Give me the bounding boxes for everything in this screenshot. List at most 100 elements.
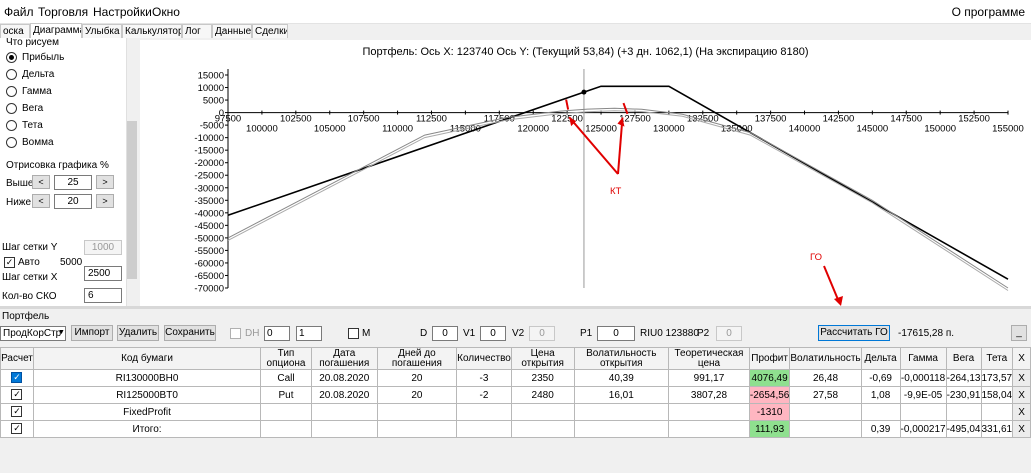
v2-input[interactable]: 0 <box>529 326 555 341</box>
column-header[interactable]: Дата погашения <box>310 347 378 370</box>
x-tick-label-upper: 137500 <box>755 114 787 125</box>
menu-trading[interactable]: Торговля <box>38 5 88 19</box>
d-input[interactable]: 0 <box>432 326 458 341</box>
tab-calculator[interactable]: Калькулятор <box>122 24 182 38</box>
calc-checkbox[interactable]: ✓ <box>11 389 23 401</box>
column-header[interactable]: Тип опциона <box>260 347 312 370</box>
y-tick-label: -15000 <box>194 146 224 157</box>
remove-row-button[interactable]: X <box>1012 386 1031 404</box>
radio-delta[interactable] <box>6 69 17 80</box>
remove-row-button[interactable]: X <box>1012 420 1031 438</box>
calc-checkbox[interactable]: ✓ <box>11 406 23 418</box>
grid-y-input[interactable]: 1000 <box>84 240 122 255</box>
import-button[interactable]: Импорт <box>71 325 113 341</box>
below-decrease-button[interactable]: < <box>32 194 50 208</box>
menu-about[interactable]: О программе <box>952 5 1025 19</box>
calc-checkbox-cell[interactable]: ✓ <box>0 369 34 387</box>
above-label: Выше <box>6 178 34 189</box>
table-cell: -495,04 <box>945 420 982 438</box>
radio-vega[interactable] <box>6 103 17 114</box>
radio-theta[interactable] <box>6 120 17 131</box>
table-cell <box>573 420 670 438</box>
menu-settings[interactable]: Настройки <box>93 5 152 19</box>
calc-checkbox-cell[interactable]: ✓ <box>0 403 34 421</box>
column-header[interactable]: Волатильность открытия <box>573 347 670 370</box>
column-header[interactable]: Дельта <box>860 347 901 370</box>
table-cell: 173,57 <box>980 369 1014 387</box>
calc-checkbox-cell[interactable]: ✓ <box>0 420 34 438</box>
table-cell: -230,91 <box>945 386 982 404</box>
v1-input[interactable]: 0 <box>480 326 506 341</box>
save-button[interactable]: Сохранить <box>164 325 216 341</box>
table-cell: 16,01 <box>573 386 670 404</box>
p1-input[interactable]: 0 <box>597 326 635 341</box>
auto-value: 5000 <box>60 257 83 268</box>
above-decrease-button[interactable]: < <box>32 175 50 189</box>
column-header[interactable]: Дней до погашения <box>376 347 458 370</box>
dh-spinner-1[interactable]: 0 <box>264 326 290 341</box>
minimize-button[interactable]: _ <box>1011 325 1027 341</box>
p2-label: P2 <box>697 328 710 339</box>
radio-theta-label: Тета <box>22 120 43 131</box>
tab-log[interactable]: Лог <box>182 24 212 38</box>
table-row[interactable]: ✓ RI125000BT0 Put 20.08.2020 20 -2 2480 16,01 38… <box>0 386 1031 404</box>
column-header[interactable]: Количество <box>456 347 512 370</box>
series-line-1 <box>227 107 1009 289</box>
table-row[interactable]: ✓ FixedProfit -1310 X <box>0 403 1031 421</box>
calculate-go-button[interactable]: Рассчитать ГО <box>818 325 890 341</box>
column-header[interactable]: Код бумаги <box>32 347 262 370</box>
x-tick-label-upper: 102500 <box>280 114 312 125</box>
delete-button[interactable]: Удалить <box>117 325 159 341</box>
dh-label: DH <box>245 328 260 339</box>
m-checkbox[interactable] <box>348 328 359 339</box>
p1-label: P1 <box>580 328 593 339</box>
calc-checkbox[interactable]: ✓ <box>11 372 23 384</box>
remove-row-button[interactable]: X <box>1012 369 1031 387</box>
calc-checkbox-cell[interactable]: ✓ <box>0 386 34 404</box>
menu-file[interactable]: Файл <box>4 5 34 19</box>
tab-smile[interactable]: Улыбка <box>82 24 122 38</box>
sko-input[interactable]: 6 <box>84 288 122 303</box>
radio-vomma[interactable] <box>6 137 17 148</box>
left-panel-scroll-thumb[interactable] <box>127 121 137 279</box>
x-tick-label-upper: 97500 <box>215 114 241 125</box>
column-header[interactable]: Гамма <box>899 347 947 370</box>
dh-spinner-2[interactable]: 1 <box>296 326 322 341</box>
column-header[interactable]: Вега <box>945 347 982 370</box>
remove-row-button[interactable]: X <box>1012 403 1031 421</box>
column-header[interactable]: Расчет <box>0 347 34 370</box>
calc-checkbox[interactable]: ✓ <box>11 423 23 435</box>
grid-x-input[interactable]: 2500 <box>84 266 122 281</box>
column-header[interactable]: Тета <box>980 347 1014 370</box>
column-header[interactable]: Цена открытия <box>510 347 575 370</box>
d-label: D <box>420 328 428 339</box>
above-value[interactable]: 25 <box>54 175 92 190</box>
p2-input[interactable]: 0 <box>716 326 742 341</box>
table-cell: 20 <box>376 386 458 404</box>
table-row[interactable]: ✓ RI130000BH0 Call 20.08.2020 20 -3 2350 40,39 9… <box>0 369 1031 387</box>
x-tick-label-upper: 127500 <box>619 114 651 125</box>
menu-window[interactable]: Окно <box>152 5 180 19</box>
table-cell <box>260 403 312 421</box>
dh-checkbox[interactable] <box>230 328 241 339</box>
column-header[interactable]: Теоретическая цена <box>668 347 750 370</box>
table-row[interactable]: ✓ Итого: 111,93 0,39 -0,000217 -495,04 331,61 X <box>0 420 1031 438</box>
below-value[interactable]: 20 <box>54 194 92 209</box>
radio-profit[interactable] <box>6 52 17 63</box>
tab-desk[interactable]: оска <box>0 24 30 38</box>
table-cell <box>860 403 901 421</box>
above-increase-button[interactable]: > <box>96 175 114 189</box>
column-header[interactable]: Волатильность <box>789 347 862 370</box>
splitter[interactable] <box>0 306 1031 309</box>
column-header[interactable]: X <box>1012 347 1031 370</box>
column-header[interactable]: Профит <box>748 347 791 370</box>
auto-checkbox[interactable]: ✓ <box>4 257 15 268</box>
portfolio-selector[interactable]: ПродКорСтр <box>0 326 66 341</box>
riu-price: RIU0 123880 <box>640 328 699 339</box>
table-cell: 27,58 <box>789 386 862 404</box>
radio-gamma[interactable] <box>6 86 17 97</box>
y-tick-label: 15000 <box>198 71 224 82</box>
tab-data[interactable]: Данные <box>212 24 252 38</box>
below-increase-button[interactable]: > <box>96 194 114 208</box>
tab-deals[interactable]: Сделки <box>252 24 288 38</box>
